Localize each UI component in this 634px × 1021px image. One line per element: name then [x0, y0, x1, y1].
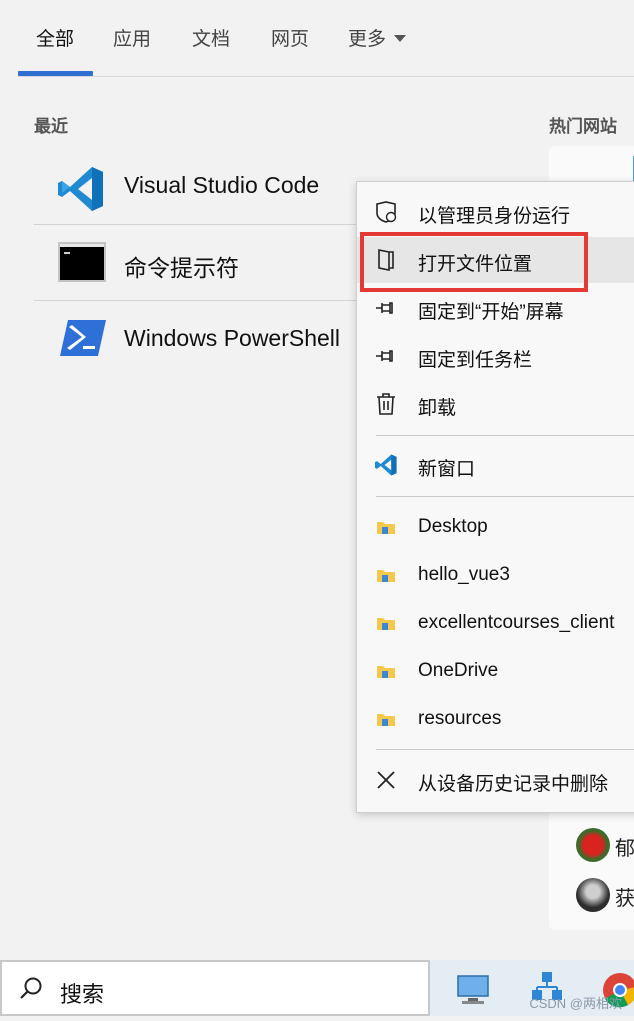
- menu-item-label: OneDrive: [418, 660, 499, 681]
- recent-item-label: Windows PowerShell: [124, 325, 341, 351]
- menu-item-new-window[interactable]: 新窗口: [357, 442, 634, 488]
- recent-item-vscode[interactable]: Visual Studio Code: [34, 148, 364, 224]
- people-card: 郁 获: [549, 810, 634, 930]
- menu-item-pin-to-taskbar[interactable]: 固定到任务栏: [357, 333, 634, 379]
- hot-sites-heading: 热门网站: [549, 117, 617, 136]
- folder-icon: [374, 707, 398, 731]
- menu-item-run-as-admin[interactable]: 以管理员身份运行: [357, 189, 634, 235]
- folder-icon: [374, 515, 398, 539]
- menu-item-label: 从设备历史记录中删除: [418, 774, 609, 795]
- pin-icon: [374, 344, 398, 368]
- powershell-icon: [60, 320, 106, 356]
- hot-sites-card: [549, 146, 634, 182]
- cmd-icon: [58, 242, 106, 282]
- vscode-icon: [374, 453, 398, 477]
- filter-tabs: 全部 应用 文档 网页 更多: [0, 0, 634, 77]
- chevron-down-icon: [394, 34, 407, 42]
- recent-item-label: 命令提示符: [124, 255, 239, 281]
- menu-item-recent-folder[interactable]: hello_vue3: [357, 552, 634, 598]
- watermark: CSDN @两相欢: [529, 996, 622, 1011]
- folder-icon: [374, 611, 398, 635]
- tabs-divider: [18, 76, 634, 77]
- tab-apps[interactable]: 应用: [113, 24, 151, 51]
- menu-item-label: 固定到“开始”屏幕: [418, 302, 564, 323]
- menu-item-label: resources: [418, 708, 502, 729]
- menu-item-recent-folder[interactable]: Desktop: [357, 504, 634, 550]
- close-icon: [374, 768, 398, 792]
- menu-item-label: 卸载: [418, 398, 457, 419]
- menu-item-recent-folder[interactable]: excellentcourses_client: [357, 600, 634, 646]
- menu-item-uninstall[interactable]: 卸载: [357, 381, 634, 427]
- avatar[interactable]: [576, 878, 610, 912]
- menu-item-remove-from-history[interactable]: 从设备历史记录中删除: [357, 757, 634, 803]
- search-icon: [18, 976, 44, 1002]
- folder-icon: [374, 563, 398, 587]
- person-name-1: 郁: [615, 838, 634, 860]
- menu-item-recent-folder[interactable]: OneDrive: [357, 648, 634, 694]
- menu-item-recent-folder[interactable]: resources: [357, 696, 634, 742]
- menu-item-label: 以管理员身份运行: [418, 206, 571, 227]
- menu-item-label: excellentcourses_client: [418, 612, 615, 633]
- recent-item-label: Visual Studio Code: [124, 172, 320, 198]
- tab-all[interactable]: 全部: [36, 24, 74, 51]
- menu-item-label: hello_vue3: [418, 564, 510, 585]
- tab-documents[interactable]: 文档: [192, 24, 230, 51]
- recent-item-powershell[interactable]: Windows PowerShell: [34, 301, 364, 377]
- folder-icon: [374, 659, 398, 683]
- taskbar-search-box[interactable]: 搜索: [0, 960, 430, 1016]
- tab-more-label: 更多: [348, 29, 387, 50]
- menu-item-label: 新窗口: [418, 459, 476, 480]
- menu-divider: [376, 435, 634, 436]
- tab-web[interactable]: 网页: [271, 24, 309, 51]
- tab-more[interactable]: 更多: [348, 24, 407, 51]
- search-input[interactable]: 搜索: [60, 977, 104, 1009]
- menu-divider: [376, 749, 634, 750]
- menu-divider: [376, 496, 634, 497]
- recent-item-cmd[interactable]: 命令提示符: [34, 225, 364, 301]
- recent-heading: 最近: [34, 117, 68, 136]
- computer-icon[interactable]: [456, 974, 490, 1006]
- vscode-icon: [56, 164, 106, 211]
- menu-item-label: Desktop: [418, 516, 488, 537]
- menu-item-label: 固定到任务栏: [418, 350, 533, 371]
- person-name-2: 获: [615, 888, 634, 910]
- trash-icon: [374, 392, 398, 416]
- avatar[interactable]: [576, 828, 610, 862]
- shield-icon: [374, 200, 398, 224]
- highlight-annotation: [360, 232, 588, 292]
- pin-icon: [374, 296, 398, 320]
